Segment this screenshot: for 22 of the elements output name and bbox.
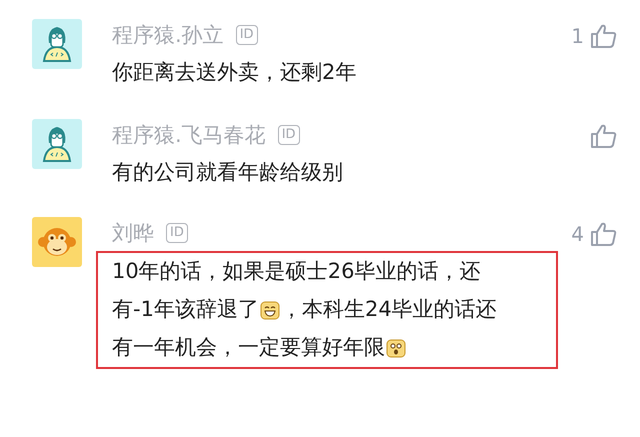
grin-emoji-icon bbox=[260, 300, 280, 320]
comment-text: 10年的话，如果是硕士26毕业的话，还 bbox=[112, 258, 480, 286]
thumbs-up-icon[interactable] bbox=[590, 23, 618, 49]
user-name[interactable]: 刘晔 bbox=[112, 219, 154, 247]
user-name[interactable]: 程序猿.孙立 bbox=[112, 21, 224, 49]
like-count: 1 bbox=[571, 24, 584, 48]
comment-text: 有-1年该辞退了 bbox=[112, 296, 259, 324]
surprised-emoji-icon bbox=[386, 338, 406, 358]
avatar-icon[interactable] bbox=[32, 19, 82, 69]
id-badge: ID bbox=[236, 25, 258, 45]
like-count: 4 bbox=[571, 222, 584, 246]
id-badge: ID bbox=[278, 125, 300, 145]
avatar-icon[interactable] bbox=[32, 217, 82, 267]
thumbs-up-icon[interactable] bbox=[590, 221, 618, 247]
comment-text: 有的公司就看年龄给级别 bbox=[112, 159, 343, 186]
comment-text: ，本科生24毕业的话还 bbox=[280, 296, 497, 324]
comment-text: 有一年机会，一定要算好年限 bbox=[112, 334, 385, 362]
comment-text: 你距离去送外卖，还剩2年 bbox=[112, 59, 356, 86]
id-badge: ID bbox=[166, 223, 188, 243]
user-name[interactable]: 程序猿.飞马春花 bbox=[112, 121, 266, 149]
thumbs-up-icon[interactable] bbox=[590, 123, 618, 149]
avatar-icon[interactable] bbox=[32, 119, 82, 169]
